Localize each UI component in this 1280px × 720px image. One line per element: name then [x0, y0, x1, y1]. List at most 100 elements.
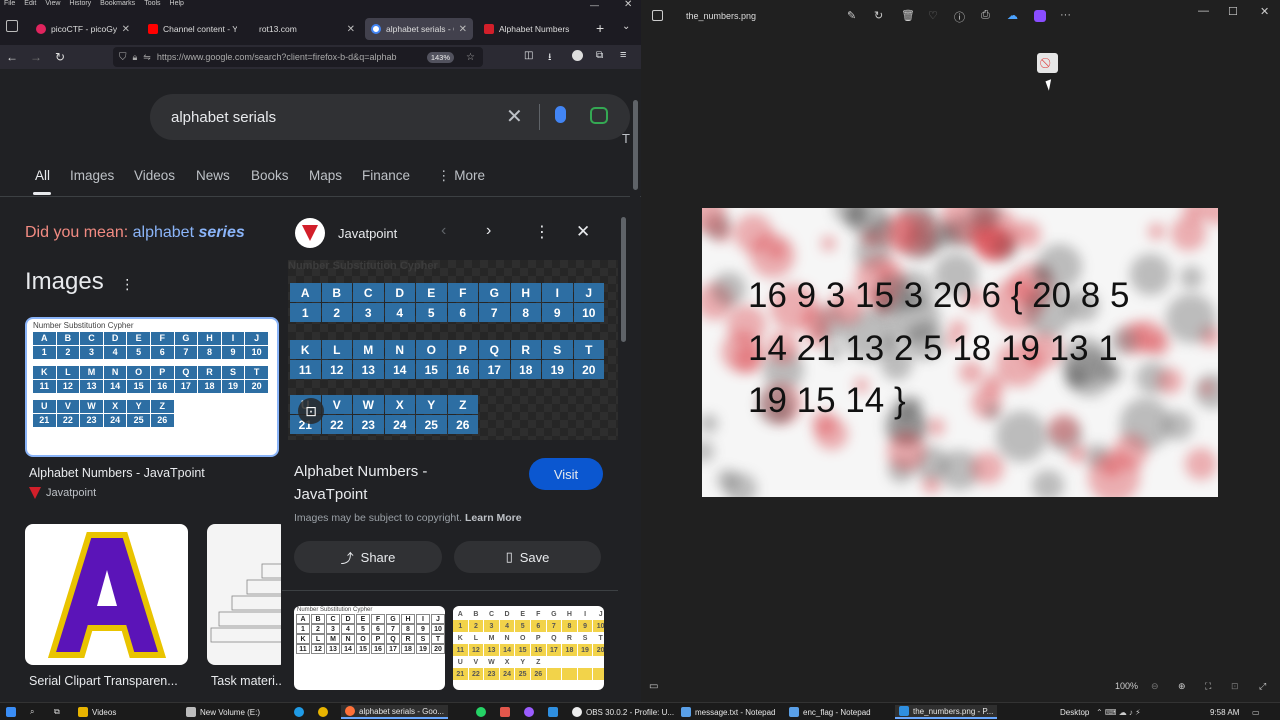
filmstrip-icon[interactable]: ▭ [649, 681, 658, 692]
page-scroll-thumb[interactable] [633, 100, 638, 190]
taskbar-new-volume[interactable]: New Volume (E:) [186, 705, 260, 719]
downloads-icon[interactable]: ⭳ [548, 50, 552, 67]
voice-search-icon[interactable] [555, 106, 566, 123]
reload-button[interactable]: ↻ [48, 50, 72, 64]
tab-overview-icon[interactable] [6, 20, 18, 32]
photos-minimize-button[interactable]: — [1198, 5, 1209, 17]
visit-button[interactable]: Visit [529, 458, 603, 490]
preview-image[interactable]: Number Substitution Cypher ABCDEFGHIJ123… [288, 260, 618, 440]
start-button[interactable] [6, 705, 16, 719]
system-tray-icons[interactable]: ⌃ ⌨ ☁ ♪ ⚡ [1096, 705, 1141, 719]
tab-youtube[interactable]: Channel content - Yo [142, 18, 260, 40]
search-icon[interactable]: ⌕ [30, 705, 34, 719]
menu-history[interactable]: History [69, 0, 91, 8]
menu-help[interactable]: Help [170, 0, 184, 8]
zoom-in-icon[interactable]: ⊕ [1178, 681, 1186, 692]
notifications-icon[interactable]: ▭ [1252, 705, 1260, 719]
tab-list-chevron-icon[interactable]: ⌄ [622, 21, 630, 32]
images-options-icon[interactable]: ⋮ [120, 276, 134, 292]
related-image-2[interactable]: A B C D E F G H I J 1 2 3 4 5 6 7 8 9 10 K L M N O P Q R S T 11 12 13 14 1… [453, 606, 604, 690]
tab-news[interactable]: News [196, 168, 230, 183]
image-result-javatpoint[interactable]: Number Substitution Cypher ABCDEFGHIJ123… [25, 317, 279, 457]
url-bar[interactable]: ⛉ 🔒︎ ⇋ https://www.google.com/search?cli… [113, 47, 483, 67]
close-tab-icon[interactable]: ✕ [122, 24, 130, 35]
close-panel-icon[interactable]: ✕ [576, 222, 590, 242]
edge-icon[interactable] [294, 705, 304, 719]
taskbar-message-notepad[interactable]: message.txt - Notepad [681, 705, 775, 719]
taskbar-obs[interactable]: OBS 30.0.2 - Profile: U... [572, 705, 674, 719]
photos-maximize-button[interactable]: ☐ [1228, 5, 1238, 18]
tab-picoctf[interactable]: picoCTF - picoGym C ✕ [30, 18, 136, 40]
photo-canvas[interactable]: 16 9 3 15 3 20 6 { 20 8 5 14 21 13 2 5 1… [702, 208, 1218, 497]
zoom-out-icon[interactable]: ⊖ [1151, 681, 1159, 692]
new-tab-button[interactable]: + [596, 20, 604, 36]
zoom-level[interactable]: 100% [1115, 681, 1138, 691]
task-view-icon[interactable]: ⧉ [54, 705, 60, 719]
menu-file[interactable]: File [4, 0, 15, 8]
account-icon[interactable] [572, 50, 583, 61]
blocked-icon[interactable]: ⃠ [1037, 53, 1058, 73]
fullscreen-icon[interactable]: ⤢ [1259, 681, 1266, 692]
print-icon[interactable]: ⎙ [981, 9, 990, 22]
panel-scroll-thumb[interactable] [621, 217, 626, 342]
favorite-heart-icon[interactable]: ♡ [928, 9, 938, 22]
extensions-icon[interactable]: ⧉ [596, 50, 603, 61]
url-text[interactable]: https://www.google.com/search?client=fir… [157, 52, 407, 62]
lock-icon[interactable]: 🔒︎ [133, 52, 138, 63]
image-result-letter-a[interactable] [25, 524, 188, 665]
taskbar-photos[interactable]: the_numbers.png - P... [895, 705, 998, 719]
onedrive-icon[interactable]: ☁ [1007, 9, 1018, 22]
vscode-icon[interactable] [548, 705, 558, 719]
panel-options-icon[interactable]: ⋮ [534, 222, 550, 242]
share-button[interactable]: ⤴ Share [294, 541, 442, 573]
tab-google-search[interactable]: alphabet serials - Go ✕ [365, 18, 473, 40]
tab-books[interactable]: Books [251, 168, 289, 183]
close-tab-icon[interactable]: ✕ [347, 24, 355, 35]
tab-rot13[interactable]: rot13.com ✕ [253, 18, 361, 40]
close-tab-icon[interactable]: ✕ [459, 24, 467, 35]
save-button[interactable]: ▯ Save [454, 541, 601, 573]
file-info-icon[interactable]: ⓘ [954, 9, 965, 25]
tab-more[interactable]: ⋮ More [437, 168, 485, 184]
messenger-icon[interactable] [524, 705, 534, 719]
app-icon[interactable] [500, 705, 510, 719]
menu-tools[interactable]: Tools [144, 0, 160, 8]
zoom-badge[interactable]: 143% [426, 51, 455, 63]
rotate-icon[interactable]: ↻ [874, 9, 883, 22]
result-source[interactable]: Javatpoint [29, 487, 96, 499]
page-scrollbar[interactable] [630, 80, 640, 700]
forward-button[interactable]: → [24, 50, 48, 64]
panel-scrollbar[interactable] [620, 207, 628, 692]
suggestion-link[interactable]: alphabet series [133, 224, 245, 241]
back-button[interactable]: ← [0, 50, 24, 64]
photos-close-button[interactable]: ✕ [1260, 5, 1269, 18]
tab-videos[interactable]: Videos [134, 168, 175, 183]
menu-bookmarks[interactable]: Bookmarks [100, 0, 135, 8]
menu-edit[interactable]: Edit [24, 0, 36, 8]
desktop-button[interactable]: Desktop [1060, 705, 1089, 719]
panel-source[interactable]: Javatpoint [338, 226, 397, 241]
delete-icon[interactable]: 🗑︎ [901, 9, 915, 22]
edit-image-icon[interactable]: ✎ [847, 9, 856, 22]
shield-icon[interactable]: ⛉ [119, 52, 127, 63]
menu-hamburger-icon[interactable]: ≡ [620, 49, 626, 61]
clipchamp-icon[interactable] [1034, 10, 1046, 22]
chrome-icon[interactable] [318, 705, 328, 719]
next-image-chevron-icon[interactable]: › [486, 222, 491, 240]
permissions-icon[interactable]: ⇋ [143, 52, 151, 63]
actual-size-icon[interactable]: ⊡ [1231, 681, 1239, 692]
result-title[interactable]: Alphabet Numbers - JavaTpoint [29, 466, 205, 480]
lens-icon[interactable]: ⊡ [298, 398, 324, 424]
tab-all[interactable]: All [35, 168, 50, 183]
clear-search-icon[interactable]: ✕ [506, 104, 523, 129]
pocket-icon[interactable]: ◫ [524, 50, 533, 61]
panel-title[interactable]: Alphabet Numbers - JavaTpoint [294, 460, 427, 506]
whatsapp-icon[interactable] [476, 705, 486, 719]
taskbar-firefox[interactable]: alphabet serials - Goo... [341, 705, 448, 719]
taskbar-enc-flag-notepad[interactable]: enc_flag - Notepad [789, 705, 871, 719]
result-title[interactable]: Serial Clipart Transparen... [29, 674, 178, 688]
lens-search-icon[interactable] [590, 107, 608, 124]
more-options-icon[interactable]: ··· [1060, 9, 1071, 21]
prev-image-chevron-icon[interactable]: ‹ [441, 222, 446, 240]
image-result-task-material[interactable] [207, 524, 287, 665]
